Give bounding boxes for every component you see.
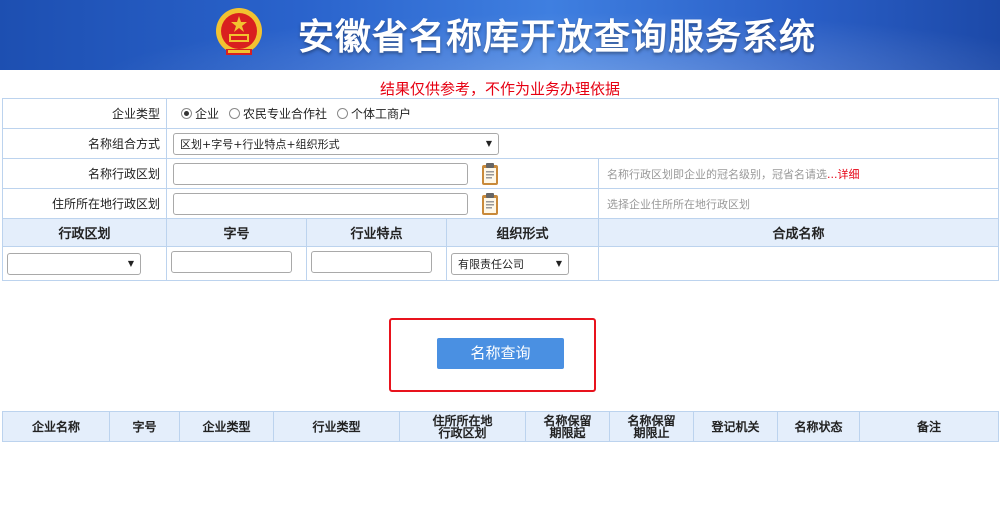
name-region-hint: 名称行政区划即企业的冠名级别，冠省名请选...详细 bbox=[598, 158, 999, 189]
enterprise-type-row: 企业类型 企业 农民专业合作社 个体工商户 bbox=[2, 98, 999, 129]
radio-unchecked-icon[interactable] bbox=[229, 108, 241, 119]
col-header-enterprise-name: 企业名称 bbox=[2, 411, 110, 442]
residence-region-row: 住所所在地行政区划 选择企业住所所在地行政区划 bbox=[2, 188, 999, 219]
radio-enterprise[interactable]: 企业 bbox=[181, 105, 219, 122]
name-region-input[interactable] bbox=[173, 162, 468, 185]
clipboard-icon[interactable] bbox=[480, 162, 500, 186]
col-header-trade-name: 字号 bbox=[166, 218, 307, 247]
col-header-enterprise-type: 企业类型 bbox=[179, 411, 274, 442]
page-header: 安徽省名称库开放查询服务系统 bbox=[0, 0, 1000, 70]
name-query-button[interactable]: 名称查询 bbox=[437, 338, 564, 369]
chevron-down-icon: ▼ bbox=[555, 259, 562, 268]
query-form: 企业类型 企业 农民专业合作社 个体工商户 名称组合方式 区划+字号+行业特点+… bbox=[2, 98, 999, 281]
radio-individual-business[interactable]: 个体工商户 bbox=[337, 105, 411, 122]
col-header-reserve-start: 名称保留 期限起 bbox=[525, 411, 610, 442]
results-header-row: 企业名称 字号 企业类型 行业类型 住所所在地 行政区划 名称保留 期限起 名称… bbox=[2, 411, 999, 442]
enterprise-type-label: 企业类型 bbox=[2, 98, 167, 129]
col-header-org-form: 组织形式 bbox=[446, 218, 599, 247]
name-region-row: 名称行政区划 名称行政区划即企业的冠名级别，冠省名请选...详细 bbox=[2, 158, 999, 189]
combo-method-row: 名称组合方式 区划+字号+行业特点+组织形式 ▼ bbox=[2, 128, 999, 159]
residence-region-hint: 选择企业住所所在地行政区划 bbox=[598, 188, 999, 219]
trade-name-input[interactable] bbox=[171, 251, 292, 273]
disclaimer-notice: 结果仅供参考，不作为业务办理依据 bbox=[379, 80, 620, 98]
col-header-composite-name: 合成名称 bbox=[598, 218, 999, 247]
col-header-industry: 行业特点 bbox=[306, 218, 447, 247]
radio-unchecked-icon[interactable] bbox=[337, 108, 349, 119]
chevron-down-icon: ▼ bbox=[485, 139, 492, 148]
industry-input[interactable] bbox=[311, 251, 432, 273]
national-emblem-icon bbox=[216, 8, 262, 55]
combo-method-label: 名称组合方式 bbox=[2, 128, 167, 159]
col-header-registration-authority: 登记机关 bbox=[693, 411, 778, 442]
radio-label: 农民专业合作社 bbox=[243, 107, 328, 121]
radio-label: 个体工商户 bbox=[351, 107, 412, 121]
combo-method-select[interactable]: 区划+字号+行业特点+组织形式 ▼ bbox=[173, 132, 499, 155]
radio-farmer-cooperative[interactable]: 农民专业合作社 bbox=[229, 105, 327, 122]
col-header-industry-type: 行业类型 bbox=[273, 411, 400, 442]
region-select[interactable]: ▼ bbox=[7, 252, 141, 275]
col-header-trade-name: 字号 bbox=[109, 411, 180, 442]
col-header-residence-region: 住所所在地 行政区划 bbox=[399, 411, 526, 442]
org-form-select[interactable]: 有限责任公司 ▼ bbox=[451, 252, 569, 275]
page-title: 安徽省名称库开放查询服务系统 bbox=[298, 17, 817, 58]
radio-checked-icon[interactable] bbox=[181, 108, 192, 119]
residence-region-input[interactable] bbox=[173, 192, 468, 215]
composite-name-output bbox=[598, 246, 999, 281]
clipboard-icon[interactable] bbox=[480, 192, 500, 216]
name-region-label: 名称行政区划 bbox=[2, 158, 167, 189]
detail-link[interactable]: ...详细 bbox=[827, 168, 860, 181]
name-composition-header: 行政区划 字号 行业特点 组织形式 合成名称 bbox=[2, 218, 999, 247]
col-header-name-status: 名称状态 bbox=[777, 411, 860, 442]
name-composition-row: ▼ 有限责任公司 ▼ bbox=[2, 246, 999, 281]
col-header-reserve-end: 名称保留 期限止 bbox=[609, 411, 694, 442]
org-form-value: 有限责任公司 bbox=[458, 257, 524, 271]
col-header-region: 行政区划 bbox=[2, 218, 167, 247]
col-header-remarks: 备注 bbox=[859, 411, 999, 442]
combo-method-value: 区划+字号+行业特点+组织形式 bbox=[180, 137, 340, 151]
residence-region-label: 住所所在地行政区划 bbox=[2, 188, 167, 219]
enterprise-type-radio-group: 企业 农民专业合作社 个体工商户 bbox=[167, 105, 998, 122]
radio-label: 企业 bbox=[195, 107, 220, 121]
results-table: 企业名称 字号 企业类型 行业类型 住所所在地 行政区划 名称保留 期限起 名称… bbox=[2, 411, 999, 442]
chevron-down-icon: ▼ bbox=[127, 259, 134, 268]
